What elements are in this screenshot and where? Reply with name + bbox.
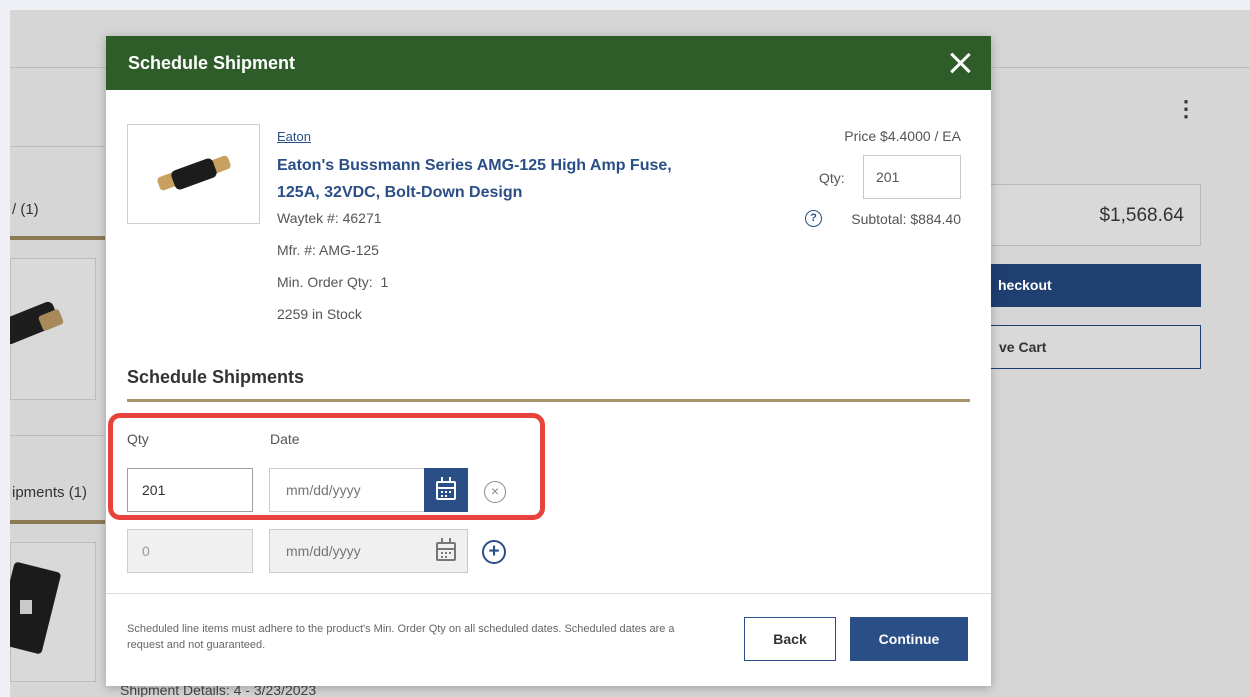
min-order-qty: Min. Order Qty: 1	[277, 274, 389, 290]
shipments-section-label: ipments (1)	[12, 484, 88, 501]
stock-status: 2259 in Stock	[277, 306, 362, 322]
help-icon[interactable]: ?	[805, 210, 822, 227]
more-options-icon[interactable]: ⋮	[1175, 98, 1197, 120]
unit-price: Price $4.4000 / EA	[844, 128, 961, 144]
date-column-header: Date	[270, 431, 300, 447]
calendar-icon	[436, 476, 456, 500]
footer-note: Scheduled line items must adhere to the …	[127, 623, 675, 651]
back-button[interactable]: Back	[744, 617, 836, 661]
schedule-shipment-modal: Schedule Shipment Eaton Eaton's Bussmann…	[106, 36, 991, 686]
qty-label: Qty:	[819, 170, 845, 186]
waytek-number: Waytek #: 46271	[277, 210, 382, 226]
cart-section-label: / (1)	[12, 201, 39, 218]
cart-total-box: $1,568.64	[988, 184, 1201, 246]
calendar-button[interactable]	[424, 468, 468, 512]
cart-total: $1,568.64	[1099, 205, 1184, 226]
shipment-qty-input[interactable]	[127, 468, 253, 512]
shipment-date-input[interactable]	[269, 529, 425, 573]
mfr-number: Mfr. #: AMG-125	[277, 242, 379, 258]
brand-link[interactable]: Eaton	[277, 129, 311, 144]
product-name[interactable]: Eaton's Bussmann Series AMG-125 High Amp…	[277, 152, 677, 206]
divider	[10, 146, 105, 147]
save-cart-button[interactable]: ve Cart	[988, 325, 1201, 369]
product-image	[127, 124, 260, 224]
checkout-button[interactable]: heckout	[988, 264, 1201, 307]
shipment-qty-input[interactable]	[127, 529, 253, 573]
qty-column-header: Qty	[127, 431, 149, 447]
divider	[10, 435, 105, 436]
divider	[10, 236, 105, 240]
close-icon[interactable]	[947, 50, 973, 76]
schedule-shipments-title: Schedule Shipments	[127, 367, 305, 387]
continue-button[interactable]: Continue	[850, 617, 968, 661]
calendar-icon	[435, 537, 456, 561]
subtotal: Subtotal: $884.40	[851, 211, 961, 227]
divider	[10, 520, 105, 524]
device-detail	[20, 600, 32, 614]
product-qty-input[interactable]	[863, 155, 961, 199]
modal-header: Schedule Shipment	[106, 36, 991, 90]
modal-title: Schedule Shipment	[128, 52, 296, 73]
divider	[127, 399, 970, 402]
divider	[106, 593, 991, 594]
fuse-body	[169, 157, 219, 191]
remove-row-icon[interactable]: ×	[484, 481, 506, 503]
shipment-date-input[interactable]	[269, 468, 425, 512]
add-row-icon[interactable]: +	[482, 540, 506, 564]
calendar-button[interactable]	[424, 529, 468, 573]
